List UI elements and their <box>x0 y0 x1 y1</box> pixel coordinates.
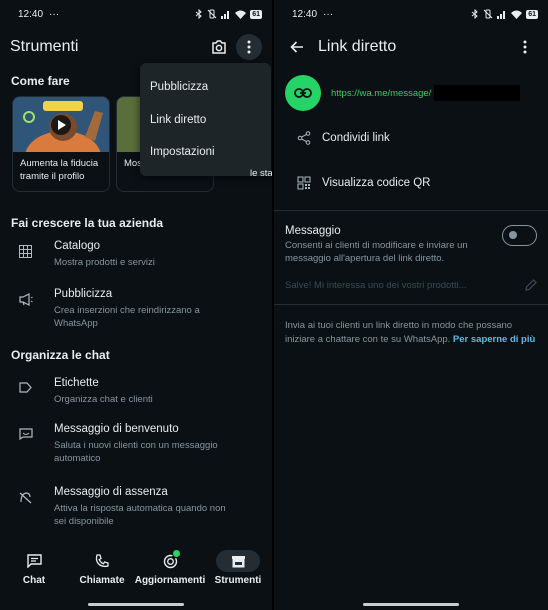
nav-tools[interactable]: Strumenti <box>205 550 271 610</box>
status-notification-dots: ··· <box>49 8 60 20</box>
tool-description: Saluta i nuovi clienti con un messaggio … <box>54 440 218 464</box>
tool-description: Crea inserzioni che reindirizzano a What… <box>54 305 200 329</box>
toggle-knob <box>509 231 517 239</box>
camera-icon <box>212 40 226 54</box>
overflow-menu: Pubblicizza Link diretto Impostazioni <box>140 63 271 176</box>
message-description: Consenti ai clienti di modificare e invi… <box>285 240 468 264</box>
phone-icon <box>95 554 109 568</box>
message-toggle[interactable] <box>502 225 537 246</box>
tool-away-message[interactable]: Messaggio di assenza Attiva la risposta … <box>0 485 272 528</box>
tool-labels[interactable]: Etichette Organizza chat e clienti <box>0 376 272 406</box>
updates-badge <box>173 550 180 557</box>
vibrate-off-icon <box>483 9 493 19</box>
nav-updates[interactable]: Aggiornamenti <box>134 550 206 610</box>
direct-link-row[interactable]: https://wa.me/message/ <box>274 75 548 111</box>
view-qr-label: Visualizza codice QR <box>322 177 431 189</box>
tool-name: Messaggio di assenza <box>54 486 168 498</box>
page-title: Strumenti <box>10 38 79 55</box>
more-options-button[interactable] <box>236 34 262 60</box>
card-label: Aumenta la fiducia tramite il profilo <box>20 158 99 182</box>
store-icon <box>231 555 245 567</box>
menu-item-settings[interactable]: Impostazioni <box>140 136 271 169</box>
tools-screen: 12:40 ··· 61 Strumenti Come fare Aumenta… <box>0 0 272 610</box>
chat-icon <box>26 554 42 568</box>
direct-link-url[interactable]: https://wa.me/message/ <box>331 88 431 99</box>
tool-description: Attiva la risposta automatica quando non… <box>54 503 226 527</box>
status-notification-dots: ··· <box>323 8 334 20</box>
pencil-icon[interactable] <box>525 279 537 291</box>
gesture-bar <box>363 603 459 606</box>
nav-label: Aggiornamenti <box>134 575 206 586</box>
more-options-button[interactable] <box>512 34 538 60</box>
message-placeholder[interactable]: Salve! Mi interessa uno dei vostri prodo… <box>285 280 467 291</box>
nav-chat[interactable]: Chat <box>1 550 67 610</box>
gesture-bar <box>88 603 184 606</box>
tool-description: Organizza chat e clienti <box>54 394 153 405</box>
away-message-icon <box>19 492 32 504</box>
bluetooth-icon <box>471 9 478 19</box>
info-text: Invia ai tuoi clienti un link diretto in… <box>274 305 548 347</box>
camera-button[interactable] <box>206 34 232 60</box>
nav-calls[interactable]: Chiamate <box>69 550 135 610</box>
megaphone-icon <box>19 293 33 306</box>
tool-name: Catalogo <box>54 240 101 252</box>
status-bar: 12:40 ··· 61 <box>0 0 272 28</box>
more-vert-icon <box>247 40 251 54</box>
card-thumbnail <box>13 97 109 183</box>
section-organize-header: Organizza le chat <box>11 348 110 362</box>
share-link-label: Condividi link <box>322 132 390 144</box>
bluetooth-icon <box>195 9 202 19</box>
battery-indicator: 61 <box>250 9 262 19</box>
message-input-row[interactable]: Salve! Mi interessa uno dei vostri prodo… <box>285 279 537 291</box>
greeting-message-icon <box>19 428 33 440</box>
menu-item-direct-link[interactable]: Link diretto <box>140 104 271 137</box>
nav-label: Chat <box>22 575 46 586</box>
signal-icon <box>221 11 230 19</box>
redacted-link-suffix <box>434 85 521 101</box>
tool-greeting-message[interactable]: Messaggio di benvenuto Saluta i nuovi cl… <box>0 422 272 465</box>
card-label-partial: le stato <box>250 168 272 179</box>
more-vert-icon <box>523 40 527 54</box>
message-title: Messaggio <box>285 225 341 237</box>
label-icon <box>19 382 32 393</box>
link-icon <box>294 88 312 98</box>
view-qr-row[interactable]: Visualizza codice QR <box>274 176 548 190</box>
battery-indicator: 61 <box>526 9 538 19</box>
tool-name: Etichette <box>54 377 99 389</box>
learn-more-link[interactable]: Per saperne di più <box>453 334 535 345</box>
page-title: Link diretto <box>318 38 397 55</box>
section-grow-header: Fai crescere la tua azienda <box>11 216 164 230</box>
how-to-card[interactable]: Aumenta la fiducia tramite il profilo <box>12 96 110 192</box>
nav-label: Strumenti <box>214 575 262 586</box>
bottom-navigation: Chat Chiamate Aggiornamenti Strumenti <box>0 538 272 610</box>
qr-code-icon <box>297 176 311 190</box>
status-time: 12:40 <box>292 8 318 20</box>
catalog-grid-icon <box>19 245 32 258</box>
share-link-row[interactable]: Condividi link <box>274 131 548 145</box>
share-icon <box>297 131 311 145</box>
status-bar: 12:40 ··· 61 <box>274 0 548 28</box>
status-time: 12:40 <box>18 8 44 20</box>
nav-label: Chiamate <box>79 575 125 586</box>
tool-advertise[interactable]: Pubblicizza Crea inserzioni che reindiri… <box>0 287 272 330</box>
direct-link-screen: 12:40 ··· 61 Link diretto https://wa.me/… <box>274 0 548 610</box>
message-section: Messaggio Consenti ai clienti di modific… <box>274 211 548 291</box>
menu-item-advertise[interactable]: Pubblicizza <box>140 71 271 104</box>
link-avatar <box>285 75 321 111</box>
wifi-icon <box>235 10 247 19</box>
wifi-icon <box>511 10 523 19</box>
back-button[interactable] <box>284 34 310 60</box>
tool-catalog[interactable]: Catalogo Mostra prodotti e servizi <box>0 239 272 269</box>
tool-name: Pubblicizza <box>54 288 113 300</box>
back-arrow-icon <box>290 41 303 53</box>
tool-description: Mostra prodotti e servizi <box>54 257 155 268</box>
vibrate-off-icon <box>207 9 217 19</box>
signal-icon <box>497 11 506 19</box>
profile-illustration-icon <box>13 97 109 183</box>
tool-name: Messaggio di benvenuto <box>54 423 179 435</box>
app-bar: Link diretto <box>274 28 548 66</box>
app-bar: Strumenti <box>0 28 272 66</box>
